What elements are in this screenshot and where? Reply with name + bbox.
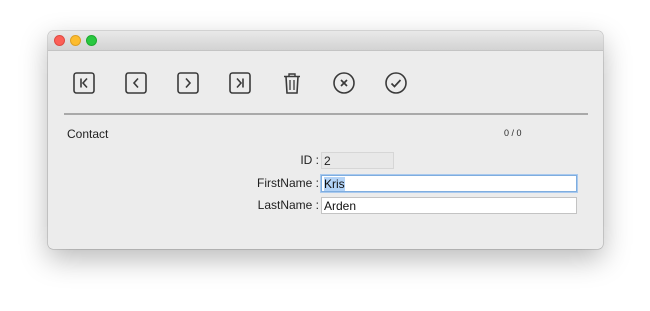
toolbar-separator	[64, 113, 588, 115]
trash-icon	[284, 73, 300, 94]
previous-record-button[interactable]	[122, 69, 150, 97]
next-record-button[interactable]	[174, 69, 202, 97]
close-icon[interactable]	[54, 35, 65, 46]
previous-record-icon	[125, 72, 147, 94]
cancel-button[interactable]	[330, 69, 358, 97]
id-field	[321, 152, 394, 169]
confirm-button[interactable]	[382, 69, 410, 97]
last-record-icon	[229, 72, 251, 94]
form-title: Contact	[67, 127, 109, 141]
title-bar[interactable]	[48, 31, 603, 51]
check-circle-icon	[385, 72, 407, 94]
app-window: Contact 0 / 0 ID : FirstName : LastName …	[48, 31, 603, 249]
zoom-icon[interactable]	[86, 35, 97, 46]
first-record-button[interactable]	[70, 69, 98, 97]
cancel-circle-icon	[333, 72, 355, 94]
first-record-icon	[73, 72, 95, 94]
first-name-field[interactable]	[321, 175, 577, 192]
last-name-field[interactable]	[321, 197, 577, 214]
last-record-button[interactable]	[226, 69, 254, 97]
next-record-icon	[177, 72, 199, 94]
record-count: 0 / 0	[504, 128, 522, 138]
first-name-label: FirstName :	[256, 176, 319, 190]
delete-record-button[interactable]	[278, 69, 306, 97]
minimize-icon[interactable]	[70, 35, 81, 46]
last-name-label: LastName :	[257, 198, 319, 212]
id-label: ID :	[300, 153, 319, 167]
